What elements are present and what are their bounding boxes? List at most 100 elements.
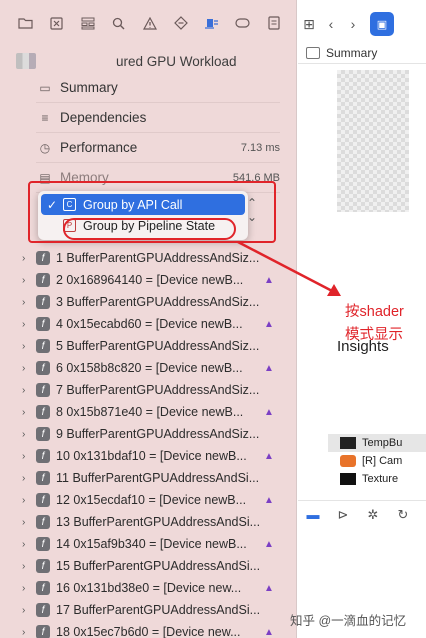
call-row[interactable]: › f 1 BufferParentGPUAddressAndSiz... bbox=[0, 247, 296, 269]
resource-item[interactable]: Texture bbox=[328, 470, 426, 488]
folder-icon[interactable] bbox=[10, 8, 41, 38]
debug-navigator: ured GPU Workload ▭ Summary ≡ Dependenci… bbox=[0, 0, 296, 638]
summary-tab-icon bbox=[306, 46, 320, 59]
call-row[interactable]: › f 15 BufferParentGPUAddressAndSi... bbox=[0, 555, 296, 577]
popup-stepper-icon[interactable]: ⌃ ⌄ bbox=[247, 196, 257, 224]
grid-icon[interactable]: ⊞ bbox=[298, 16, 320, 33]
insight-warning-icon[interactable]: ▲ bbox=[264, 363, 274, 374]
editor-tab-summary[interactable]: Summary bbox=[298, 42, 426, 64]
call-row[interactable]: › f 17 BufferParentGPUAddressAndSi... bbox=[0, 599, 296, 621]
call-label: 16 0x131bd38e0 = [Device new... bbox=[56, 581, 242, 595]
disclosure-chevron-icon[interactable]: › bbox=[22, 495, 36, 506]
disclosure-chevron-icon[interactable]: › bbox=[22, 297, 36, 308]
disclosure-chevron-icon[interactable]: › bbox=[22, 407, 36, 418]
close-square-icon[interactable] bbox=[41, 8, 72, 38]
disclosure-chevron-icon[interactable]: › bbox=[22, 253, 36, 264]
editor-toolbar: ⊞ ‹ › ▣ bbox=[298, 10, 426, 38]
disclosure-chevron-icon[interactable]: › bbox=[22, 473, 36, 484]
call-row[interactable]: › f 13 BufferParentGPUAddressAndSi... bbox=[0, 511, 296, 533]
insight-warning-icon[interactable]: ▲ bbox=[264, 451, 274, 462]
disclosure-chevron-icon[interactable]: › bbox=[22, 429, 36, 440]
insight-warning-icon[interactable]: ▲ bbox=[264, 407, 274, 418]
insight-warning-icon[interactable]: ▲ bbox=[264, 539, 274, 550]
function-icon: f bbox=[36, 361, 50, 375]
call-row[interactable]: › f 8 0x15b871e40 = [Device newB... ▲ bbox=[0, 401, 296, 423]
menu-item-label: Group by API Call bbox=[83, 197, 183, 212]
insight-warning-icon[interactable]: ▲ bbox=[264, 319, 274, 330]
call-row[interactable]: › f 2 0x168964140 = [Device newB... ▲ bbox=[0, 269, 296, 291]
gpu-tab-icon[interactable]: ▣ bbox=[370, 12, 394, 36]
call-label: 13 BufferParentGPUAddressAndSi... bbox=[56, 515, 261, 529]
bug-icon[interactable]: ✲ bbox=[358, 507, 388, 523]
performance-value: 7.13 ms bbox=[240, 141, 280, 154]
disclosure-chevron-icon[interactable]: › bbox=[22, 561, 36, 572]
call-label: 14 0x15af9b340 = [Device newB... bbox=[56, 537, 247, 551]
nav-item-memory[interactable]: ▤ Memory 541.6 MB bbox=[36, 163, 280, 193]
resource-item[interactable]: TempBu bbox=[328, 434, 426, 452]
call-label: 11 BufferParentGPUAddressAndSi... bbox=[56, 471, 260, 485]
call-row[interactable]: › f 12 0x15ecdaf10 = [Device newB... ▲ bbox=[0, 489, 296, 511]
gpu-debug-icon[interactable] bbox=[196, 8, 227, 38]
disclosure-chevron-icon[interactable]: › bbox=[22, 539, 36, 550]
function-icon: f bbox=[36, 273, 50, 287]
insight-warning-icon[interactable]: ▲ bbox=[264, 275, 274, 286]
disclosure-chevron-icon[interactable]: › bbox=[22, 583, 36, 594]
call-row[interactable]: › f 4 0x15ecabd60 = [Device newB... ▲ bbox=[0, 313, 296, 335]
hierarchy-icon[interactable] bbox=[72, 8, 103, 38]
disclosure-chevron-icon[interactable]: › bbox=[22, 385, 36, 396]
performance-icon: ◷ bbox=[39, 140, 51, 155]
breakpoint-toggle-icon[interactable]: ▬ bbox=[298, 507, 328, 522]
disclosure-chevron-icon[interactable]: › bbox=[22, 341, 36, 352]
nav-item-summary[interactable]: ▭ Summary bbox=[36, 73, 280, 103]
insight-warning-icon[interactable]: ▲ bbox=[264, 583, 274, 594]
reload-icon[interactable]: ↻ bbox=[388, 507, 418, 523]
call-row[interactable]: › f 5 BufferParentGPUAddressAndSiz... bbox=[0, 335, 296, 357]
continue-icon[interactable]: ⊳ bbox=[328, 507, 358, 523]
call-label: 5 BufferParentGPUAddressAndSiz... bbox=[56, 339, 260, 353]
function-icon: f bbox=[36, 471, 50, 485]
disclosure-chevron-icon[interactable]: › bbox=[22, 275, 36, 286]
call-row[interactable]: › f 9 BufferParentGPUAddressAndSiz... bbox=[0, 423, 296, 445]
diamond-icon[interactable] bbox=[165, 8, 196, 38]
search-icon[interactable] bbox=[103, 8, 134, 38]
call-row[interactable]: › f 10 0x131bdaf10 = [Device newB... ▲ bbox=[0, 445, 296, 467]
disclosure-chevron-icon[interactable]: › bbox=[22, 319, 36, 330]
forward-icon[interactable]: › bbox=[342, 16, 364, 32]
editor-tab-label: Summary bbox=[326, 45, 378, 60]
call-row[interactable]: › f 7 BufferParentGPUAddressAndSiz... bbox=[0, 379, 296, 401]
warning-icon[interactable] bbox=[134, 8, 165, 38]
call-row[interactable]: › f 3 BufferParentGPUAddressAndSiz... bbox=[0, 291, 296, 313]
disclosure-chevron-icon[interactable]: › bbox=[22, 451, 36, 462]
disclosure-chevron-icon[interactable]: › bbox=[22, 627, 36, 638]
debug-bar: ▬ ⊳ ✲ ↻ bbox=[298, 500, 426, 528]
call-row[interactable]: › f 18 0x15ec7b6d0 = [Device new... ▲ bbox=[0, 621, 296, 638]
call-row[interactable]: › f 16 0x131bd38e0 = [Device new... ▲ bbox=[0, 577, 296, 599]
resource-item[interactable]: [R] Cam bbox=[328, 452, 426, 470]
call-row[interactable]: › f 6 0x158b8c820 = [Device newB... ▲ bbox=[0, 357, 296, 379]
function-icon: f bbox=[36, 339, 50, 353]
call-row[interactable]: › f 14 0x15af9b340 = [Device newB... ▲ bbox=[0, 533, 296, 555]
capture-title-row[interactable]: ured GPU Workload bbox=[16, 50, 237, 72]
capsule-icon[interactable] bbox=[227, 8, 258, 38]
dependencies-icon: ≡ bbox=[41, 110, 49, 125]
function-icon: f bbox=[36, 625, 50, 638]
nav-item-performance[interactable]: ◷ Performance 7.13 ms bbox=[36, 133, 280, 163]
api-call-icon: C bbox=[63, 198, 76, 211]
insight-warning-icon[interactable]: ▲ bbox=[264, 627, 274, 638]
annotation-text-line2: 模式显示 bbox=[345, 327, 403, 343]
back-icon[interactable]: ‹ bbox=[320, 16, 342, 32]
menu-item-group-by-api-call[interactable]: ✓ C Group by API Call bbox=[41, 194, 245, 215]
disclosure-chevron-icon[interactable]: › bbox=[22, 517, 36, 528]
menu-item-group-by-pipeline-state[interactable]: P Group by Pipeline State bbox=[41, 215, 245, 236]
call-label: 6 0x158b8c820 = [Device newB... bbox=[56, 361, 243, 375]
nav-item-dependencies[interactable]: ≡ Dependencies bbox=[36, 103, 280, 133]
checkmark-icon: ✓ bbox=[47, 197, 58, 212]
function-icon: f bbox=[36, 251, 50, 265]
texture-thumbnail bbox=[340, 473, 356, 485]
insight-warning-icon[interactable]: ▲ bbox=[264, 495, 274, 506]
document-icon[interactable] bbox=[258, 8, 289, 38]
call-row[interactable]: › f 11 BufferParentGPUAddressAndSi... bbox=[0, 467, 296, 489]
disclosure-chevron-icon[interactable]: › bbox=[22, 363, 36, 374]
disclosure-chevron-icon[interactable]: › bbox=[22, 605, 36, 616]
pane-divider[interactable] bbox=[296, 0, 297, 638]
